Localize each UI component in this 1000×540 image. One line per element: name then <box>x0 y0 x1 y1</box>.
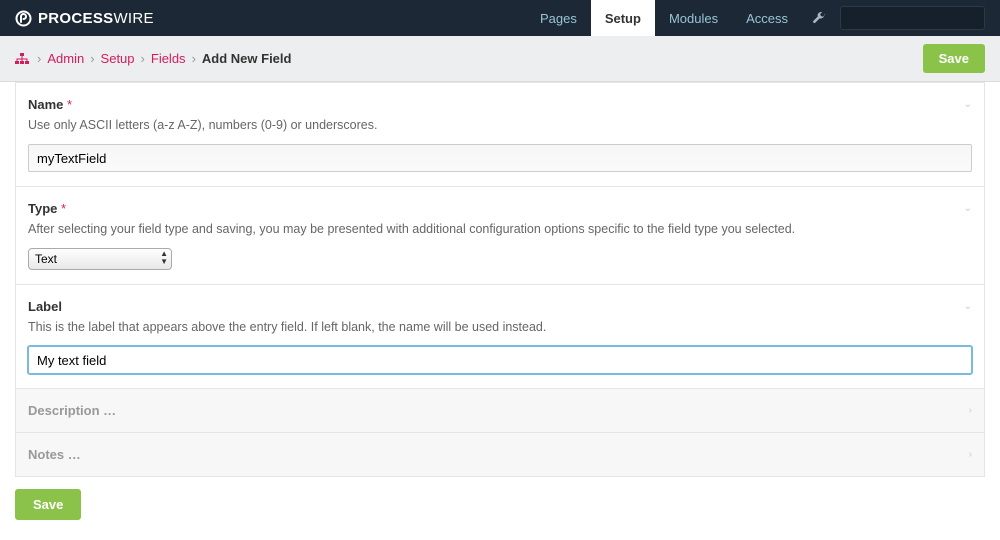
chevron-down-icon[interactable]: ⌄ <box>964 99 972 110</box>
description-label: Description … <box>28 403 116 418</box>
chevron-right-icon: › <box>192 51 196 66</box>
save-button-top[interactable]: Save <box>923 44 985 73</box>
section-label: ⌄ Label This is the label that appears a… <box>15 285 985 389</box>
required-asterisk: * <box>61 201 66 216</box>
label-label: Label <box>28 299 62 314</box>
chevron-right-icon: › <box>969 405 972 416</box>
logo[interactable]: PROCESSWIRE <box>15 10 154 27</box>
label-desc: This is the label that appears above the… <box>28 320 972 334</box>
footer: Save <box>0 477 1000 540</box>
breadcrumb-bar: › Admin › Setup › Fields › Add New Field… <box>0 36 1000 82</box>
form: ⌄ Name * Use only ASCII letters (a-z A-Z… <box>0 82 1000 477</box>
label-input[interactable] <box>28 346 972 374</box>
logo-mark-icon <box>15 10 32 27</box>
main-nav: Pages Setup Modules Access <box>526 0 802 36</box>
chevron-right-icon: › <box>969 449 972 460</box>
section-type: ⌄ Type * After selecting your field type… <box>15 187 985 285</box>
name-desc: Use only ASCII letters (a-z A-Z), number… <box>28 118 972 132</box>
crumb-setup[interactable]: Setup <box>101 51 135 66</box>
page-title: Add New Field <box>202 51 292 66</box>
name-label: Name <box>28 97 63 112</box>
save-button-bottom[interactable]: Save <box>15 489 81 520</box>
topbar: PROCESSWIRE Pages Setup Modules Access <box>0 0 1000 36</box>
chevron-right-icon: › <box>90 51 94 66</box>
brand-bold: PROCESS <box>38 10 113 27</box>
type-select[interactable]: Text <box>28 248 172 270</box>
search-box[interactable] <box>840 6 985 30</box>
nav-modules[interactable]: Modules <box>655 0 732 36</box>
section-description[interactable]: › Description … <box>15 389 985 433</box>
type-desc: After selecting your field type and savi… <box>28 222 972 236</box>
wrench-icon[interactable] <box>812 11 826 25</box>
nav-setup[interactable]: Setup <box>591 0 655 36</box>
type-label: Type <box>28 201 57 216</box>
name-input[interactable] <box>28 144 972 172</box>
breadcrumb: › Admin › Setup › Fields › Add New Field <box>15 51 291 66</box>
chevron-down-icon[interactable]: ⌄ <box>964 203 972 214</box>
section-notes[interactable]: › Notes … <box>15 433 985 477</box>
chevron-right-icon: › <box>37 51 41 66</box>
chevron-right-icon: › <box>141 51 145 66</box>
crumb-admin[interactable]: Admin <box>47 51 84 66</box>
crumb-fields[interactable]: Fields <box>151 51 186 66</box>
required-asterisk: * <box>67 97 72 112</box>
chevron-down-icon[interactable]: ⌄ <box>964 301 972 312</box>
brand-light: WIRE <box>113 10 153 27</box>
notes-label: Notes … <box>28 447 81 462</box>
section-name: ⌄ Name * Use only ASCII letters (a-z A-Z… <box>15 82 985 187</box>
nav-access[interactable]: Access <box>732 0 802 36</box>
sitemap-icon[interactable] <box>15 53 29 65</box>
search-input[interactable] <box>849 11 1000 25</box>
nav-pages[interactable]: Pages <box>526 0 591 36</box>
